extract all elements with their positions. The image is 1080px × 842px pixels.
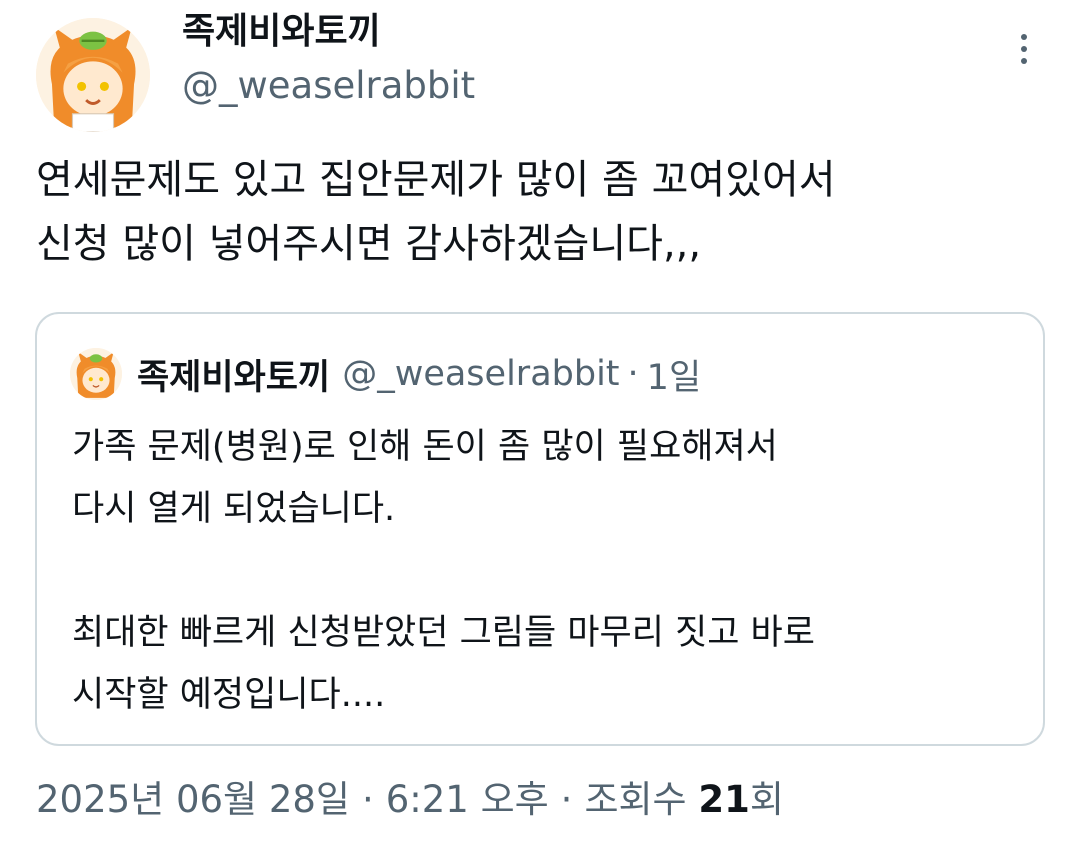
views-suffix: 회 bbox=[749, 778, 784, 821]
author-avatar[interactable] bbox=[36, 18, 150, 132]
quoted-author-display-name: 족제비와토끼 bbox=[137, 357, 331, 398]
more-vertical-icon bbox=[1021, 34, 1027, 40]
author-handle[interactable]: @_weaselrabbit bbox=[182, 62, 475, 110]
tweet-time[interactable]: 6:21 오후 bbox=[386, 778, 549, 821]
more-vertical-icon-dot bbox=[1021, 46, 1027, 52]
quoted-author-handle: @_weaselrabbit bbox=[342, 354, 620, 394]
quoted-tweet-card[interactable]: 족제비와토끼 @_weaselrabbit · 1일 가족 문제(병원)로 인해… bbox=[35, 312, 1045, 746]
tweet-meta: 2025년 06월 28일 · 6:21 오후 · 조회수 21회 bbox=[36, 772, 784, 828]
views-label: 조회수 bbox=[584, 778, 687, 821]
separator-dot: · bbox=[627, 354, 639, 394]
more-options-button[interactable] bbox=[1004, 24, 1044, 74]
more-vertical-icon-dot bbox=[1021, 58, 1027, 64]
separator-dot: · bbox=[560, 778, 573, 821]
separator-dot: · bbox=[361, 778, 374, 821]
quoted-author-avatar bbox=[70, 348, 122, 400]
tweet-date[interactable]: 2025년 06월 28일 bbox=[36, 778, 350, 821]
author-display-name[interactable]: 족제비와토끼 bbox=[182, 8, 381, 56]
quoted-tweet-time: 1일 bbox=[646, 357, 702, 398]
avatar-illustration-icon bbox=[70, 348, 122, 400]
avatar-illustration-icon bbox=[36, 18, 150, 132]
tweet-text: 연세문제도 있고 집안문제가 많이 좀 꼬여있어서 신청 많이 넣어주시면 감사… bbox=[36, 157, 836, 267]
views-count: 21 bbox=[698, 778, 750, 821]
quoted-tweet-header: 족제비와토끼 @_weaselrabbit · 1일 bbox=[137, 348, 701, 400]
quoted-tweet-text: 가족 문제(병원)로 인해 돈이 좀 많이 필요해져서 다시 열게 되었습니다.… bbox=[72, 427, 815, 715]
